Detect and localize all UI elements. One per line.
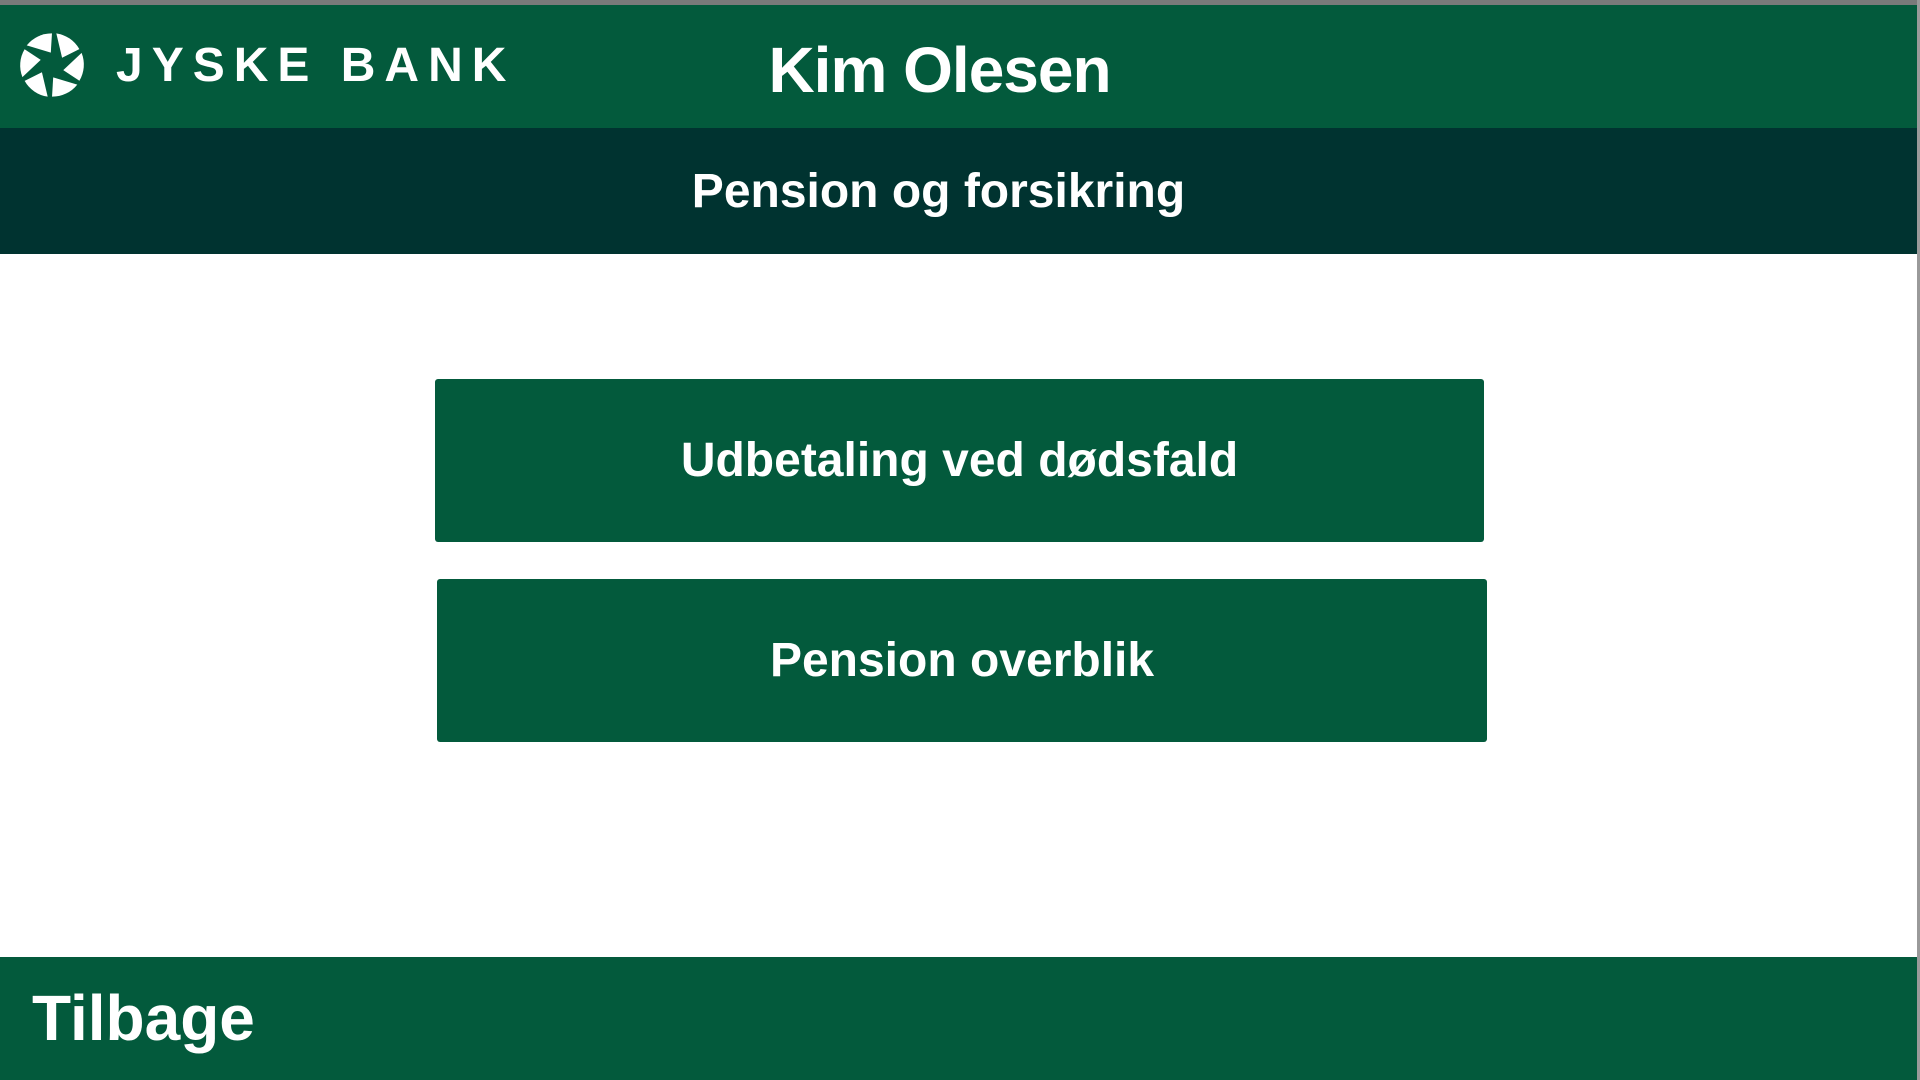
app-frame: JYSKE BANK Kim Olesen Pension og forsikr… (0, 0, 1920, 1080)
app-header: JYSKE BANK Kim Olesen (0, 5, 1917, 128)
pension-overview-label: Pension overblik (769, 634, 1155, 687)
section-header: Pension og forsikring (0, 128, 1917, 254)
section-title: Pension og forsikring (691, 164, 1186, 218)
payout-on-death-button[interactable]: Udbetaling ved dødsfald (435, 379, 1484, 542)
app-footer: Tilbage (0, 957, 1917, 1080)
pension-overview-button[interactable]: Pension overblik (437, 579, 1487, 742)
user-name: Kim Olesen (768, 34, 1111, 106)
payout-on-death-label: Udbetaling ved dødsfald (680, 434, 1239, 487)
back-button[interactable]: Tilbage (32, 981, 255, 1055)
